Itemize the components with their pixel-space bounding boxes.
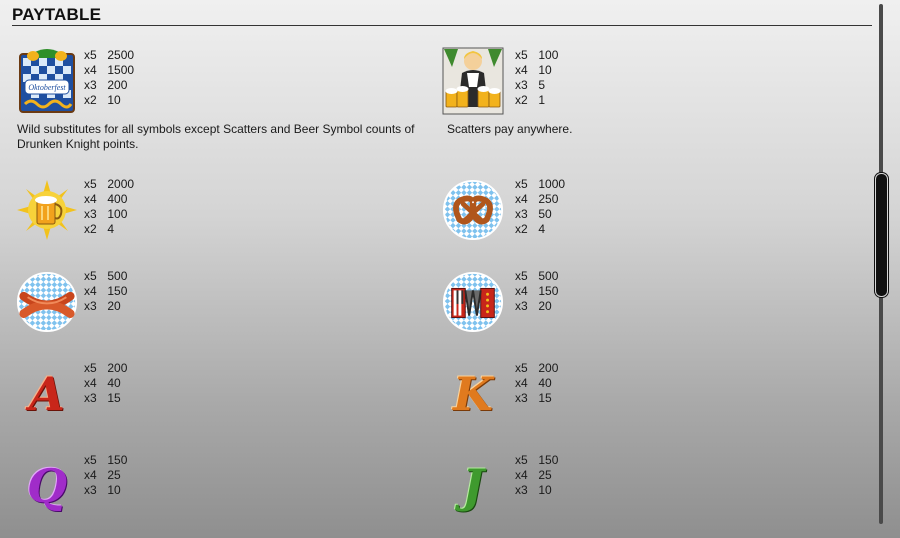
scatter-beer-maid-icon (442, 47, 504, 115)
paytable-entry-beer: x5 2000 x4 400 x3 100 x2 4 (16, 176, 216, 246)
paytable-entry-pretzel: x5 1000 x4 250 x3 50 x2 4 (442, 176, 644, 246)
wild-rule-text: Wild substitutes for all symbols except … (17, 122, 415, 151)
paytable-entry-letter-a: A x5 200 x4 40 x3 15 (16, 360, 216, 430)
pay-row: x5 100 (515, 48, 559, 62)
pay-row: x3 100 (84, 207, 128, 221)
pay-row: x3 20 (84, 299, 121, 313)
pay-list: x5 500 x4 150 x3 20 (515, 269, 558, 314)
pay-row: x5 500 (84, 269, 128, 283)
pay-list: x5 200 x4 40 x3 15 (515, 361, 558, 406)
pay-row: x2 4 (84, 222, 115, 236)
paytable-entry-letter-j: J x5 150 x4 25 x3 10 (444, 452, 644, 522)
pay-row: x3 50 (515, 207, 552, 221)
pay-row: x4 150 (84, 284, 128, 298)
pay-row: x4 10 (515, 63, 552, 77)
pretzel-icon (442, 176, 504, 244)
pay-list: x5 150 x4 25 x3 10 (84, 453, 127, 498)
paytable-entry-accordion: x5 500 x4 150 x3 20 (442, 268, 644, 338)
paytable-entry-wild: Oktoberfest x5 2500 x4 1500 x3 200 x2 10 (16, 47, 216, 117)
paytable-entry-scatter: x5 100 x4 10 x3 5 x2 1 (442, 47, 644, 117)
pay-row: x5 500 (515, 269, 559, 283)
scrollbar-thumb[interactable] (875, 173, 888, 297)
wild-oktoberfest-sign-icon: Oktoberfest (16, 47, 78, 115)
letter-k-icon: K (453, 367, 493, 421)
pay-row: x5 2000 (84, 177, 135, 191)
pay-row: x5 1000 (515, 177, 566, 191)
letter-j-icon: J (462, 459, 484, 513)
pay-row: x3 10 (515, 483, 552, 497)
letter-a-icon: A (29, 367, 65, 421)
wild-logo-text: Oktoberfest (28, 83, 66, 92)
pay-list: x5 200 x4 40 x3 15 (84, 361, 127, 406)
paytable-header: PAYTABLE (12, 4, 872, 26)
pay-row: x5 150 (84, 453, 128, 467)
pay-list: x5 1000 x4 250 x3 50 x2 4 (515, 177, 565, 237)
pay-row: x3 10 (84, 483, 121, 497)
pay-row: x5 200 (515, 361, 559, 375)
pay-row: x4 250 (515, 192, 559, 206)
accordion-icon (442, 268, 504, 336)
pay-list: x5 2000 x4 400 x3 100 x2 4 (84, 177, 134, 237)
pay-row: x4 150 (515, 284, 559, 298)
pay-list: x5 100 x4 10 x3 5 x2 1 (515, 48, 558, 108)
pay-row: x3 20 (515, 299, 552, 313)
pay-row: x2 1 (515, 93, 546, 107)
letter-q-icon: Q (26, 459, 68, 513)
sausages-icon (16, 268, 78, 336)
pay-row: x3 200 (84, 78, 128, 92)
pay-list: x5 500 x4 150 x3 20 (84, 269, 127, 314)
page-title: PAYTABLE (12, 5, 102, 24)
pay-list: x5 2500 x4 1500 x3 200 x2 10 (84, 48, 134, 108)
pay-row: x3 5 (515, 78, 546, 92)
pay-list: x5 150 x4 25 x3 10 (515, 453, 558, 498)
pay-row: x2 10 (84, 93, 121, 107)
pay-row: x4 25 (84, 468, 121, 482)
scatter-rule-text: Scatters pay anywhere. (447, 122, 573, 136)
pay-row: x4 40 (515, 376, 552, 390)
pay-row: x5 200 (84, 361, 128, 375)
paytable-entry-letter-k: K x5 200 x4 40 x3 15 (444, 360, 644, 430)
pay-row: x3 15 (515, 391, 552, 405)
paytable-entry-sausages: x5 500 x4 150 x3 20 (16, 268, 216, 338)
pay-row: x2 4 (515, 222, 546, 236)
pay-row: x4 1500 (84, 63, 135, 77)
pay-row: x4 400 (84, 192, 128, 206)
pay-row: x4 25 (515, 468, 552, 482)
pay-row: x5 2500 (84, 48, 135, 62)
pay-row: x5 150 (515, 453, 559, 467)
paytable-entry-letter-q: Q x5 150 x4 25 x3 10 (16, 452, 216, 522)
pay-row: x4 40 (84, 376, 121, 390)
pay-row: x3 15 (84, 391, 121, 405)
beer-mug-sun-icon (16, 176, 78, 244)
